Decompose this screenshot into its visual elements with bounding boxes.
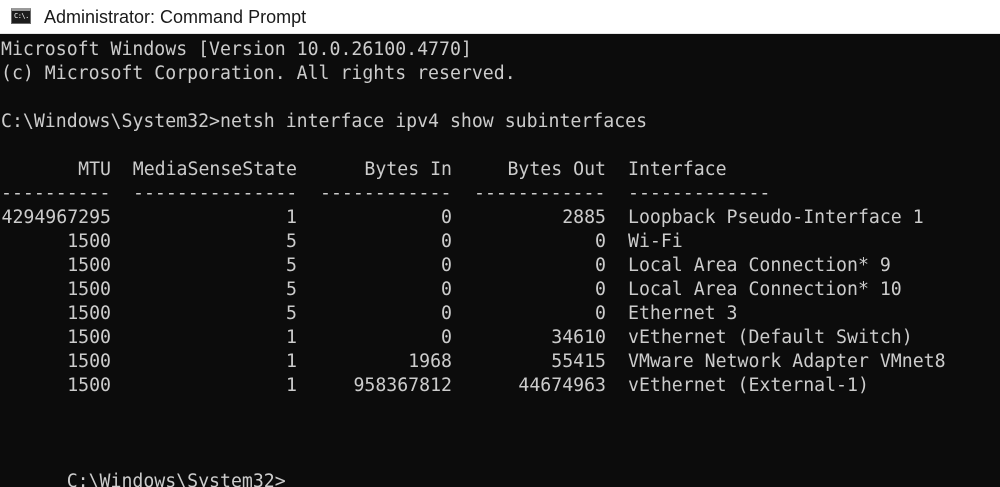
table-cell-media-sense-state: 1 — [286, 351, 297, 372]
table-cell-interface: Loopback Pseudo-Interface 1 — [628, 207, 924, 228]
command-prompt-window: C:\. Administrator: Command Prompt Micro… — [0, 0, 1000, 487]
table-header-interface: Interface — [628, 159, 727, 180]
table-header-media-sense-state: MediaSenseState — [132, 159, 297, 180]
table-separator-mtu: ---------- — [1, 183, 111, 204]
prompt-line[interactable]: C:\Windows\System32> — [1, 446, 296, 487]
table-cell-interface: VMware Network Adapter VMnet8 — [628, 351, 946, 372]
table-cell-bytes-out: 0 — [595, 255, 606, 276]
table-cell-media-sense-state: 5 — [286, 279, 297, 300]
table-cell-bytes-out: 0 — [595, 231, 606, 252]
table-cell-bytes-out: 0 — [595, 279, 606, 300]
table-cell-bytes-out: 44674963 — [518, 375, 606, 396]
table-cell-interface: Local Area Connection* 9 — [628, 255, 891, 276]
table-cell-interface: Ethernet 3 — [628, 303, 738, 324]
table-cell-bytes-in: 0 — [441, 279, 452, 300]
table-header-mtu: MTU — [78, 159, 111, 180]
table-cell-media-sense-state: 5 — [286, 303, 297, 324]
table-cell-bytes-in: 0 — [441, 231, 452, 252]
table-separator-bytes-in: ------------ — [320, 183, 452, 204]
table-cell-interface: Wi-Fi — [628, 231, 683, 252]
table-cell-media-sense-state: 1 — [286, 327, 297, 348]
table-cell-bytes-out: 2885 — [562, 207, 606, 228]
table-header-bytes-in: Bytes In — [364, 159, 452, 180]
cmd-icon-label: C:\. — [14, 12, 29, 20]
table-cell-interface: vEthernet (External-1) — [628, 375, 869, 396]
table-cell-mtu: 4294967295 — [1, 207, 112, 228]
table-cell-bytes-in: 0 — [441, 207, 452, 228]
prompt-text: C:\Windows\System32> — [66, 471, 286, 487]
banner-version-line: Microsoft Windows [Version 10.0.26100.47… — [1, 39, 472, 60]
table-cell-mtu: 1500 — [67, 375, 111, 396]
table-cell-bytes-in: 0 — [441, 327, 452, 348]
cmd-icon: C:\. — [11, 8, 31, 24]
table-separator-interface: ------------- — [628, 183, 771, 204]
window-title: Administrator: Command Prompt — [44, 7, 307, 27]
table-cell-media-sense-state: 5 — [286, 231, 297, 252]
table-cell-interface: vEthernet (Default Switch) — [628, 327, 913, 348]
table-cell-media-sense-state: 5 — [286, 255, 297, 276]
table-cell-bytes-in: 1968 — [408, 351, 452, 372]
banner-copyright-line: (c) Microsoft Corporation. All rights re… — [1, 63, 516, 84]
table-cell-bytes-out: 34610 — [551, 327, 606, 348]
table-cell-mtu: 1500 — [67, 255, 111, 276]
table-cell-mtu: 1500 — [67, 231, 111, 252]
table-header-bytes-out: Bytes Out — [507, 159, 606, 180]
command-line: C:\Windows\System32>netsh interface ipv4… — [1, 111, 648, 132]
table-cell-bytes-in: 0 — [441, 303, 452, 324]
table-cell-media-sense-state: 1 — [286, 207, 297, 228]
table-cell-mtu: 1500 — [67, 279, 111, 300]
table-cell-media-sense-state: 1 — [286, 375, 297, 396]
table-cell-bytes-out: 0 — [595, 303, 606, 324]
title-bar[interactable]: C:\. Administrator: Command Prompt — [0, 0, 1000, 34]
table-cell-mtu: 1500 — [67, 327, 111, 348]
console-output[interactable]: Microsoft Windows [Version 10.0.26100.47… — [0, 36, 1000, 487]
table-cell-bytes-in: 0 — [441, 255, 452, 276]
table-cell-bytes-in: 958367812 — [353, 375, 452, 396]
table-cell-mtu: 1500 — [67, 351, 111, 372]
table-separator-bytes-out: ------------ — [474, 183, 606, 204]
table-cell-interface: Local Area Connection* 10 — [628, 279, 902, 300]
table-cell-mtu: 1500 — [67, 303, 111, 324]
table-cell-bytes-out: 55415 — [551, 351, 606, 372]
table-separator-media-sense-state: --------------- — [133, 183, 298, 204]
